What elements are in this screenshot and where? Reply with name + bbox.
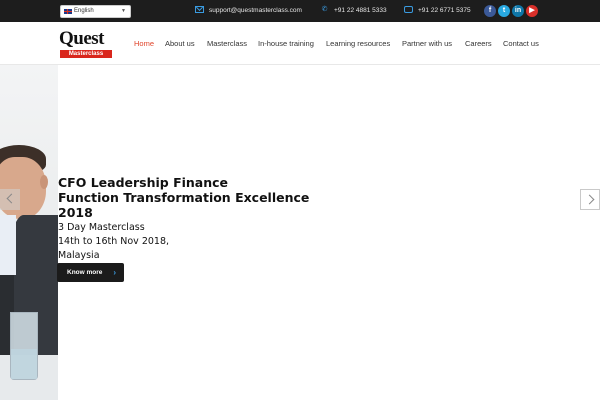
- nav-masterclass[interactable]: Masterclass: [207, 39, 247, 49]
- youtube-icon[interactable]: ▶: [526, 5, 538, 17]
- hero-slider: CFO Leadership Finance Function Transfor…: [0, 65, 600, 400]
- nav-learning-resources[interactable]: Learning resources: [326, 39, 390, 49]
- logo[interactable]: Quest Masterclass: [59, 28, 113, 60]
- slider-next-arrow[interactable]: [580, 189, 600, 210]
- slide-subtitle-line-2: 14th to 16th Nov 2018,: [58, 236, 170, 247]
- slide-subtitle-line-1: 3 Day Masterclass: [58, 222, 145, 233]
- slider-prev-arrow[interactable]: [0, 189, 20, 210]
- chevron-right-icon: ›: [113, 268, 116, 277]
- site-header: Quest Masterclass Home About us Mastercl…: [0, 22, 600, 65]
- mail-icon: [195, 5, 204, 13]
- uk-flag-icon: [64, 9, 72, 14]
- language-select[interactable]: English ▼: [60, 5, 131, 18]
- fax-link[interactable]: +91 22 6771 5375: [404, 5, 471, 16]
- nav-careers[interactable]: Careers: [465, 39, 492, 49]
- nav-about-us[interactable]: About us: [165, 39, 195, 49]
- phone-icon: ✆: [321, 5, 328, 13]
- slide-subtitle-line-3: Malaysia: [58, 250, 100, 261]
- phone-link[interactable]: ✆ +91 22 4881 5333: [320, 6, 387, 16]
- fax-text: +91 22 6771 5375: [418, 7, 471, 14]
- businessman-photo: [0, 65, 58, 400]
- slide-title-line-3: 2018: [58, 205, 93, 220]
- email-text: support@questmasterclass.com: [209, 7, 302, 14]
- slide-title-line-2: Function Transformation Excellence: [58, 190, 310, 205]
- slide-title-line-1: CFO Leadership Finance: [58, 175, 229, 190]
- facebook-icon[interactable]: f: [484, 5, 496, 17]
- nav-contact-us[interactable]: Contact us: [503, 39, 539, 49]
- top-bar: English ▼ support@questmasterclass.com ✆…: [0, 0, 600, 22]
- phone-text: +91 22 4881 5333: [334, 7, 387, 14]
- language-label: English: [74, 8, 94, 14]
- nav-in-house-training[interactable]: In-house training: [258, 39, 314, 49]
- nav-home[interactable]: Home: [134, 39, 154, 49]
- nav-partner-with-us[interactable]: Partner with us: [402, 39, 452, 49]
- linkedin-icon[interactable]: in: [512, 5, 524, 17]
- know-more-label: Know more: [67, 269, 103, 276]
- know-more-button[interactable]: Know more ›: [57, 263, 124, 282]
- fax-icon: [404, 5, 413, 13]
- logo-sub-text: Masterclass: [60, 50, 112, 58]
- twitter-icon[interactable]: t: [498, 5, 510, 17]
- chevron-down-icon: ▼: [121, 8, 126, 14]
- email-link[interactable]: support@questmasterclass.com: [195, 5, 302, 16]
- logo-main-text: Quest: [59, 28, 105, 49]
